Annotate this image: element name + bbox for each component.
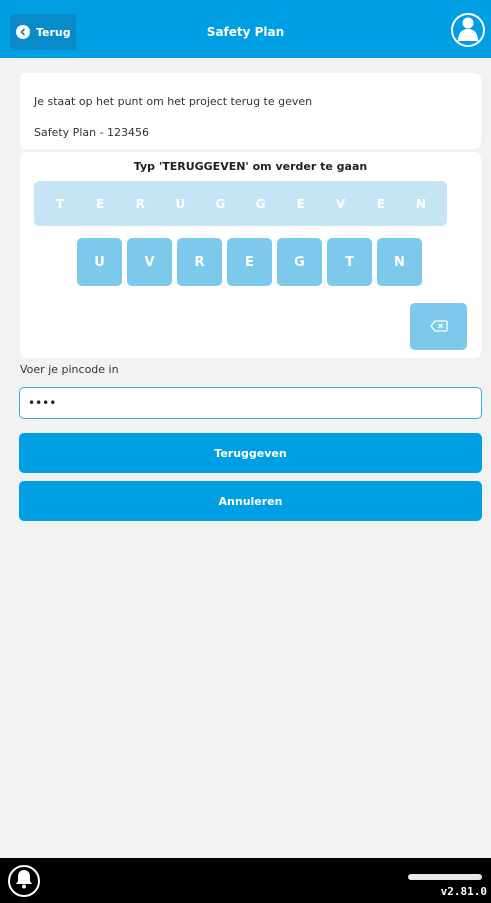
footer-bar: v2.81.0 [0,858,491,903]
target-letter: E [376,196,385,211]
target-letter: G [215,196,226,211]
key-e[interactable]: E [227,238,272,286]
target-letter: R [135,196,145,211]
target-letter: E [96,196,105,211]
backspace-icon [429,317,448,336]
target-letter: T [55,196,65,211]
page-title: Safety Plan [206,25,285,39]
notifications-button[interactable] [8,865,40,897]
backspace-button[interactable] [410,303,467,350]
target-letter: V [336,196,346,211]
footer-decoration [408,874,482,880]
key-v[interactable]: V [127,238,172,286]
return-button[interactable]: Teruggeven [19,433,482,473]
user-icon [456,15,480,45]
keyboard-instruction: Typ 'TERUGGEVEN' om verder te gaan [133,160,368,173]
target-letter: G [255,196,266,211]
confirm-keyboard-card: Typ 'TERUGGEVEN' om verder te gaan T E R… [20,152,481,358]
target-letter: U [175,196,186,211]
key-t[interactable]: T [327,238,372,286]
user-button[interactable] [451,13,485,47]
target-letter: E [296,196,305,211]
letter-keys: U V R E G T N [77,238,426,286]
target-word-display: T E R U G G E V E N [34,181,447,226]
info-message: Je staat op het punt om het project teru… [34,95,313,108]
version-label: v2.81.0 [440,885,487,898]
target-letter: N [415,196,426,211]
app-header: Terug Safety Plan [0,0,491,58]
info-card: Je staat op het punt om het project teru… [20,73,481,149]
pin-label: Voer je pincode in [20,363,119,376]
key-r[interactable]: R [177,238,222,286]
plan-name: Safety Plan - 123456 [34,126,150,139]
bell-icon [15,869,33,893]
key-u[interactable]: U [77,238,122,286]
pin-input[interactable] [19,387,482,419]
key-n[interactable]: N [377,238,422,286]
cancel-button[interactable]: Annuleren [19,481,482,521]
key-g[interactable]: G [277,238,322,286]
